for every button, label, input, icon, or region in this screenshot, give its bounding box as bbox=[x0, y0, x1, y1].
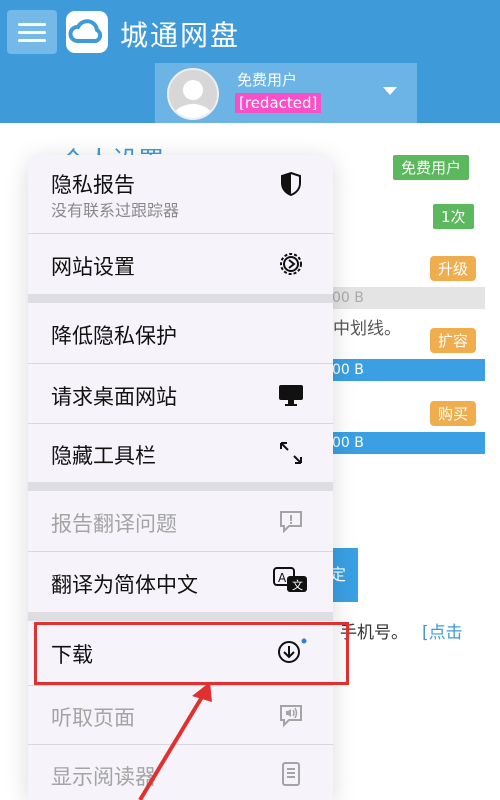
menu-item-reduce-privacy[interactable]: 降低隐私保护 bbox=[28, 303, 333, 363]
click-link[interactable]: [点击 bbox=[422, 618, 463, 643]
menu-item-label: 请求桌面网站 bbox=[51, 385, 177, 409]
expand-arrows-icon bbox=[276, 438, 306, 468]
progress-bar: 00 B bbox=[330, 359, 485, 381]
upgrade-button[interactable]: 升级 bbox=[430, 256, 477, 281]
user-dropdown[interactable]: 免费用户 [redacted] bbox=[155, 63, 417, 123]
progress-bar: 00 B bbox=[330, 287, 485, 309]
speaker-bubble-icon bbox=[276, 700, 306, 730]
menu-item-label: 翻译为简体中文 bbox=[51, 573, 198, 597]
confirm-button[interactable]: 定 bbox=[330, 548, 358, 602]
menu-item-request-desktop[interactable]: 请求桌面网站 bbox=[28, 364, 333, 423]
menu-item-label: 隐私报告 bbox=[51, 173, 135, 197]
chevron-down-icon[interactable] bbox=[383, 87, 397, 95]
app-title: 城通网盘 bbox=[120, 19, 241, 52]
menu-item-hide-toolbar[interactable]: 隐藏工具栏 bbox=[28, 424, 333, 482]
menu-item-label: 隐藏工具栏 bbox=[51, 444, 156, 468]
user-role: 免费用户 bbox=[237, 71, 298, 89]
menu-item-label: 降低隐私保护 bbox=[51, 324, 177, 348]
app-header: 城通网盘 免费用户 [redacted] bbox=[0, 0, 500, 123]
progress-bar: 00 B bbox=[330, 432, 485, 454]
menu-item-label: 报告翻译问题 bbox=[51, 512, 177, 536]
annotation-arrow-icon bbox=[138, 682, 212, 800]
desktop-icon bbox=[276, 379, 306, 409]
svg-text:文: 文 bbox=[292, 578, 303, 592]
phone-text: 手机号。 bbox=[340, 623, 408, 643]
menu-group-gap bbox=[28, 612, 333, 621]
menu-item-translate[interactable]: 翻译为简体中文 A 文 bbox=[28, 552, 333, 612]
translate-icon: A 文 bbox=[272, 565, 310, 595]
user-name: [redacted] bbox=[235, 93, 322, 113]
menu-item-privacy-report[interactable]: 隐私报告 没有联系过跟踪器 bbox=[28, 155, 333, 233]
menu-group-gap bbox=[28, 294, 333, 303]
gear-icon bbox=[276, 249, 306, 279]
menu-item-report-translation: 报告翻译问题 bbox=[28, 491, 333, 551]
menu-item-label: 网站设置 bbox=[51, 255, 135, 279]
svg-text:A: A bbox=[278, 571, 287, 585]
menu-group-gap bbox=[28, 482, 333, 491]
avatar bbox=[167, 68, 219, 120]
count-badge: 1次 bbox=[433, 204, 474, 229]
expand-button[interactable]: 扩容 bbox=[430, 328, 477, 353]
menu-item-sublabel: 没有联系过跟踪器 bbox=[51, 201, 180, 220]
cloud-logo-icon bbox=[66, 11, 108, 53]
menu-icon[interactable] bbox=[7, 10, 57, 54]
menu-item-website-settings[interactable]: 网站设置 bbox=[28, 234, 333, 294]
reader-icon bbox=[276, 759, 306, 789]
buy-button[interactable]: 购买 bbox=[430, 401, 477, 426]
free-user-badge: 免费用户 bbox=[393, 155, 470, 180]
shield-icon bbox=[276, 169, 306, 199]
report-bubble-icon bbox=[276, 506, 306, 536]
info-text: 中划线。 bbox=[333, 319, 401, 339]
